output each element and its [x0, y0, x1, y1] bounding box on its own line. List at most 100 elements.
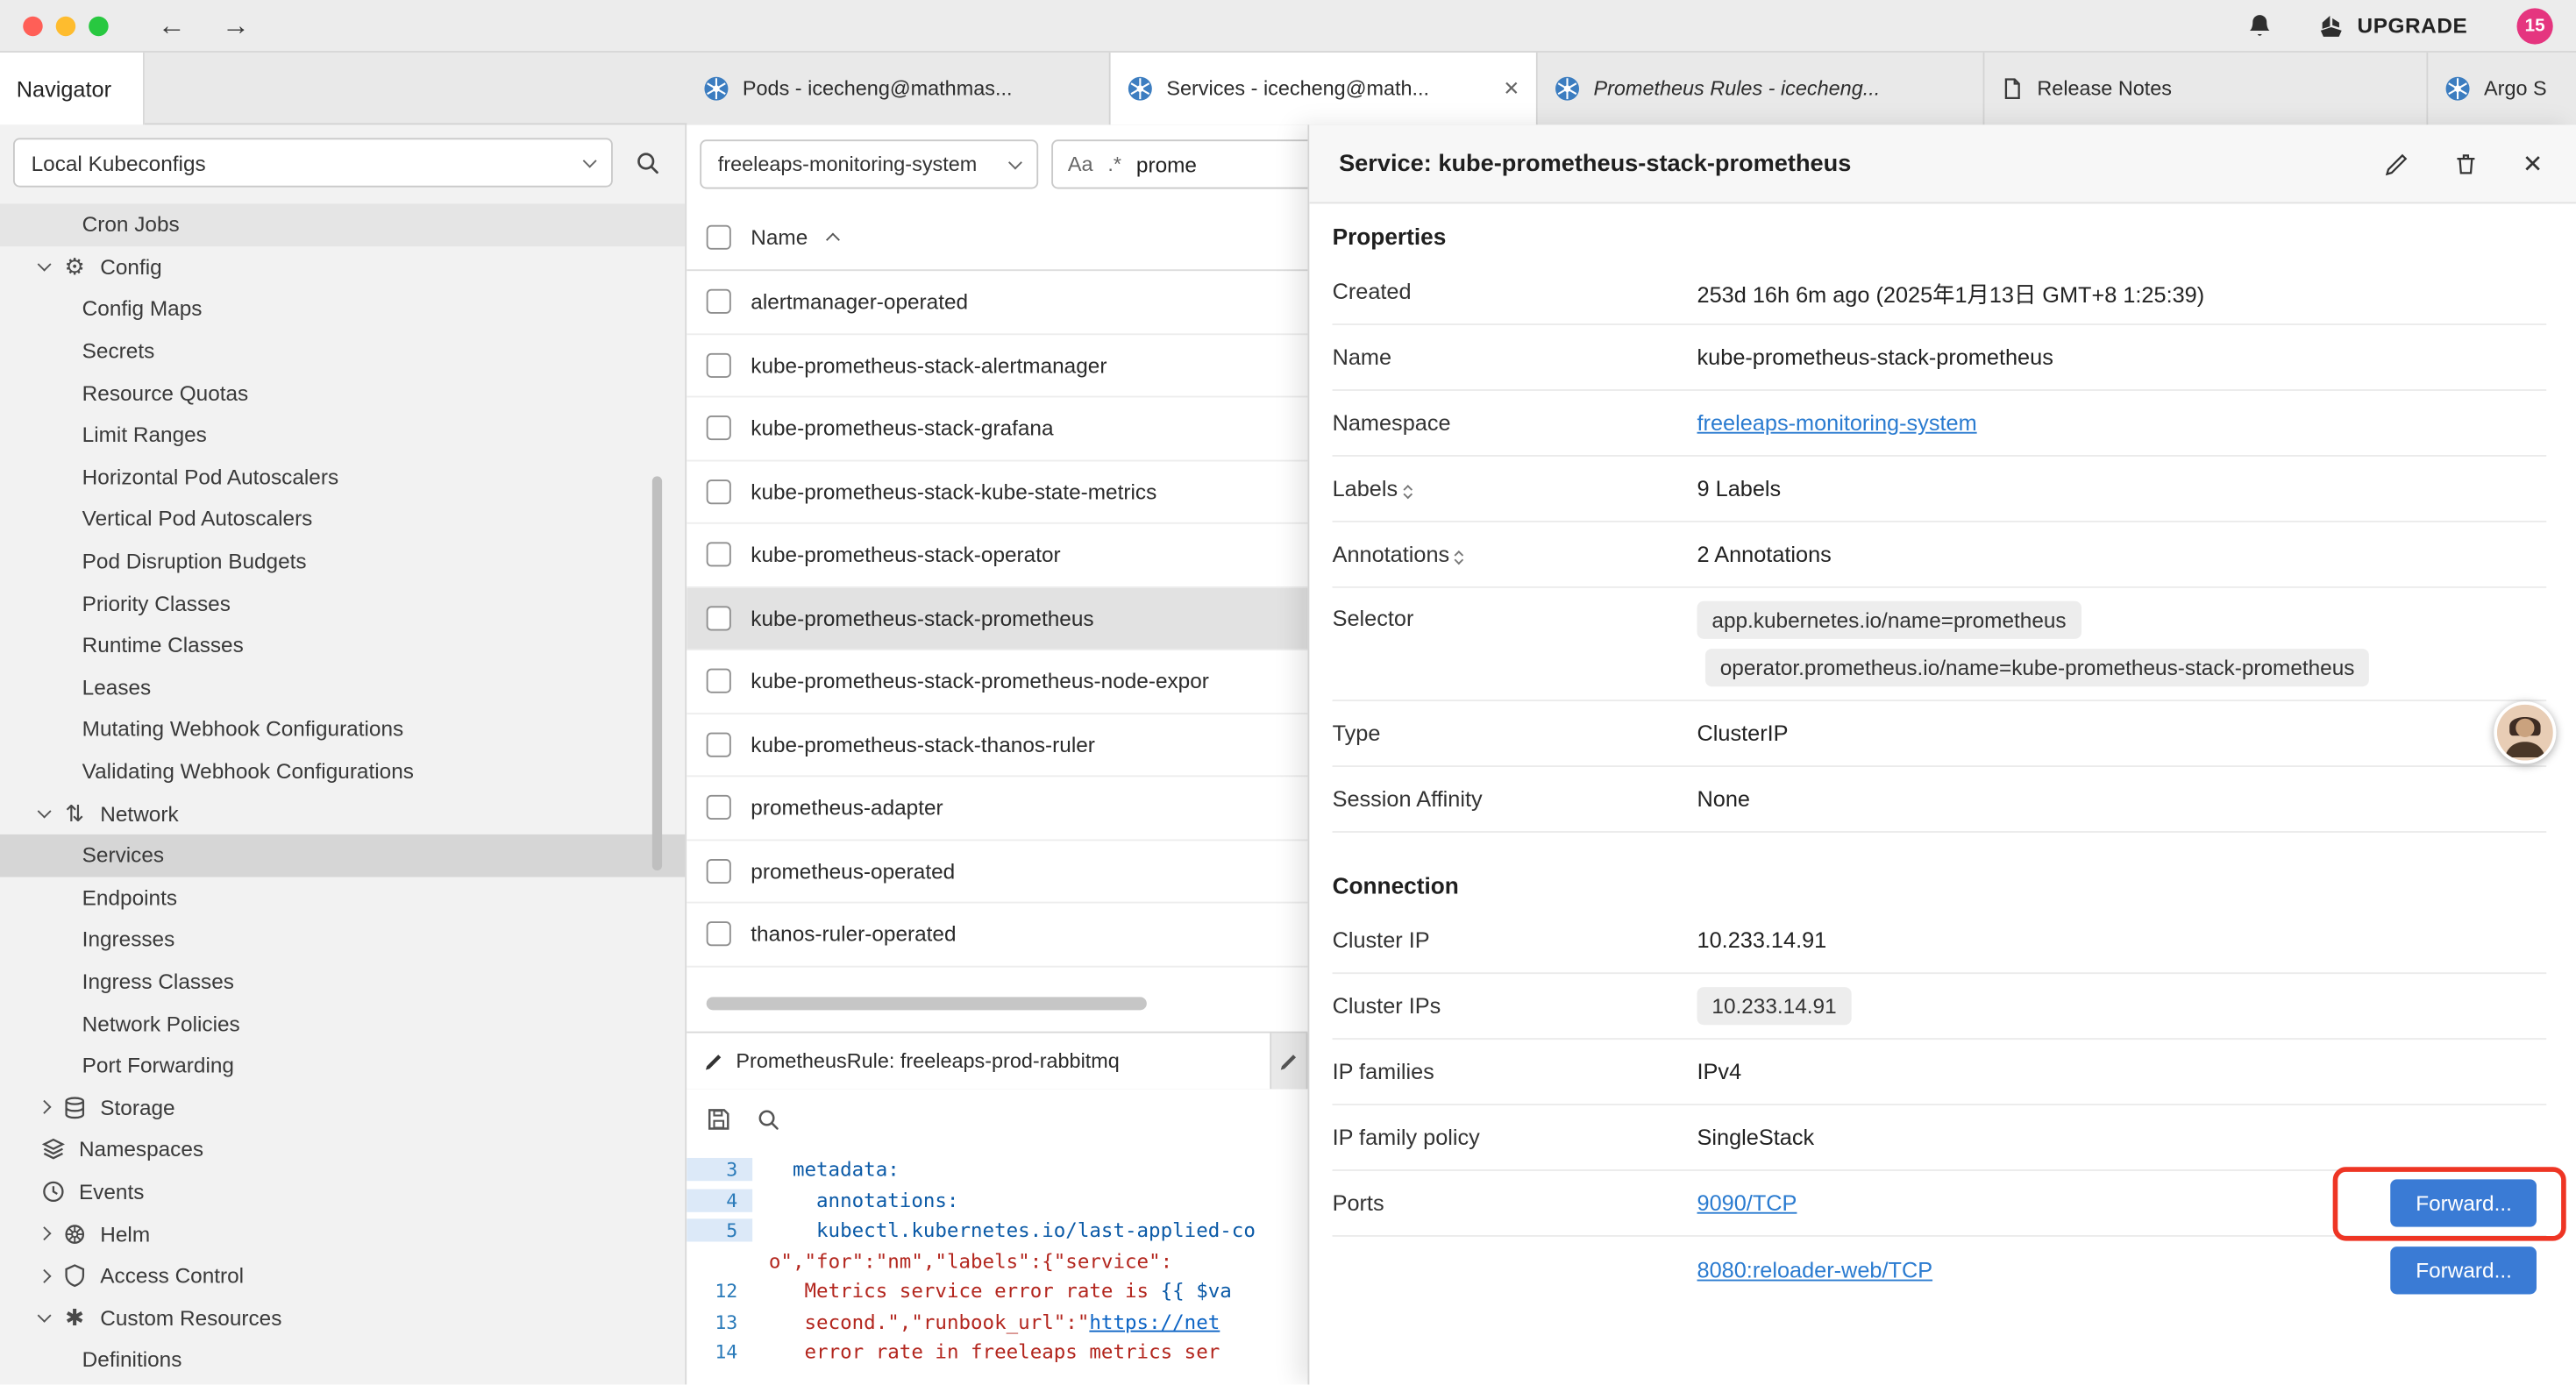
tab-prometheus-rules[interactable]: Prometheus Rules - icecheng... — [1538, 53, 1985, 124]
table-row[interactable]: alertmanager-operated — [687, 271, 1307, 334]
namespace-filter-dropdown[interactable]: freeleaps-monitoring-system — [700, 139, 1038, 188]
dock-tab-next[interactable] — [1271, 1033, 1307, 1090]
sidebar-item-resource-quotas[interactable]: Resource Quotas — [0, 372, 685, 414]
user-avatar[interactable] — [2494, 701, 2556, 764]
list-search-input[interactable]: Aa .* prome — [1051, 139, 1307, 188]
row-checkbox[interactable] — [707, 795, 731, 820]
namespace-link[interactable]: freeleaps-monitoring-system — [1697, 410, 1977, 435]
port-forward-button[interactable]: Forward... — [2391, 1179, 2537, 1226]
row-checkbox[interactable] — [707, 858, 731, 883]
port-row-8080: 8080:reloader-web/TCP Forward... — [1333, 1237, 2547, 1303]
sidebar-item-port-forwarding[interactable]: Port Forwarding — [0, 1044, 685, 1086]
kubeconfig-selector[interactable]: Local Kubeconfigs — [13, 138, 613, 187]
sidebar-item-secrets[interactable]: Secrets — [0, 330, 685, 372]
save-icon[interactable] — [707, 1106, 731, 1131]
service-name: kube-prometheus-stack-grafana — [751, 416, 1053, 441]
sidebar-item-config-maps[interactable]: Config Maps — [0, 288, 685, 330]
sidebar-item-limit-ranges[interactable]: Limit Ranges — [0, 414, 685, 456]
property-label: IP family policy — [1333, 1125, 1697, 1149]
sidebar-item-validating-webhook-configurations[interactable]: Validating Webhook Configurations — [0, 750, 685, 792]
table-row[interactable]: kube-prometheus-stack-kube-state-metrics — [687, 461, 1307, 524]
row-checkbox[interactable] — [707, 543, 731, 567]
table-row[interactable]: kube-prometheus-stack-prometheus-node-ex… — [687, 650, 1307, 714]
tab-release-notes[interactable]: Release Notes — [1984, 53, 2428, 124]
table-row[interactable]: kube-prometheus-stack-operator — [687, 524, 1307, 587]
sidebar-item-config[interactable]: ⚙ Config — [0, 245, 685, 288]
port-link[interactable]: 9090/TCP — [1697, 1190, 1797, 1215]
sidebar-item-vertical-pod-autoscalers[interactable]: Vertical Pod Autoscalers — [0, 498, 685, 540]
regex-toggle[interactable]: .* — [1107, 153, 1121, 175]
sidebar-item-horizontal-pod-autoscalers[interactable]: Horizontal Pod Autoscalers — [0, 456, 685, 498]
navigator-header-tab[interactable]: Navigator — [0, 53, 145, 124]
table-row[interactable]: kube-prometheus-stack-alertmanager — [687, 334, 1307, 397]
sidebar-item-priority-classes[interactable]: Priority Classes — [0, 582, 685, 624]
edit-pencil-icon[interactable] — [2385, 150, 2411, 176]
table-row-selected[interactable]: kube-prometheus-stack-prometheus — [687, 587, 1307, 650]
window-close-button[interactable] — [23, 16, 42, 35]
sidebar-item-custom-resources[interactable]: ✱ Custom Resources — [0, 1296, 685, 1339]
row-checkbox[interactable] — [707, 922, 731, 947]
table-row[interactable]: prometheus-operated — [687, 840, 1307, 903]
forward-button[interactable]: → — [222, 11, 250, 39]
sidebar-item-label: Namespaces — [79, 1137, 203, 1161]
row-checkbox[interactable] — [707, 732, 731, 756]
upgrade-button[interactable]: UPGRADE — [2316, 11, 2468, 40]
row-checkbox[interactable] — [707, 352, 731, 377]
sidebar-item-cron-jobs[interactable]: Cron Jobs — [0, 203, 685, 245]
sidebar-item-network-policies[interactable]: Network Policies — [0, 1002, 685, 1044]
sidebar-scrollbar[interactable] — [652, 476, 662, 870]
sidebar-item-storage[interactable]: Storage — [0, 1086, 685, 1128]
delete-trash-icon[interactable] — [2453, 150, 2480, 176]
notification-count-badge[interactable]: 15 — [2517, 7, 2553, 43]
yaml-editor[interactable]: 3metadata: 4annotations: 5kubectl.kubern… — [687, 1148, 1307, 1367]
property-value: 10.233.14.91 — [1697, 928, 1827, 953]
sidebar-item-definitions[interactable]: Definitions — [0, 1339, 685, 1381]
close-icon[interactable]: ✕ — [2523, 149, 2544, 179]
sidebar-item-access-control[interactable]: Access Control — [0, 1254, 685, 1296]
select-all-checkbox[interactable] — [707, 224, 731, 249]
dock-tab-prometheusrule[interactable]: PrometheusRule: freeleaps-prod-rabbitmq — [687, 1033, 1271, 1090]
tab-argo[interactable]: Argo S — [2428, 53, 2576, 124]
sidebar-item-network[interactable]: ⇅ Network — [0, 792, 685, 835]
sidebar-item-ingress-classes[interactable]: Ingress Classes — [0, 961, 685, 1003]
sidebar-item-events[interactable]: Events — [0, 1170, 685, 1212]
sidebar-item-services[interactable]: Services — [0, 835, 685, 877]
window-minimize-button[interactable] — [56, 16, 75, 35]
sidebar-item-runtime-classes[interactable]: Runtime Classes — [0, 624, 685, 666]
sidebar-search-icon[interactable] — [626, 150, 669, 176]
table-row[interactable]: kube-prometheus-stack-grafana — [687, 397, 1307, 460]
table-row[interactable]: thanos-ruler-operated — [687, 904, 1307, 967]
property-row-cluster-ips: Cluster IPs 10.233.14.91 — [1333, 974, 2547, 1040]
back-button[interactable]: ← — [158, 11, 186, 39]
sidebar-item-ingresses[interactable]: Ingresses — [0, 919, 685, 961]
row-checkbox[interactable] — [707, 669, 731, 693]
table-row[interactable]: kube-prometheus-stack-thanos-ruler — [687, 714, 1307, 777]
port-forward-button[interactable]: Forward... — [2391, 1246, 2537, 1293]
sidebar-item-pod-disruption-budgets[interactable]: Pod Disruption Budgets — [0, 540, 685, 582]
horizontal-scrollbar[interactable] — [687, 996, 1307, 1009]
port-link[interactable]: 8080:reloader-web/TCP — [1697, 1257, 1933, 1282]
yaml-string: Metrics service error rate is — [804, 1280, 1160, 1303]
sidebar-item-namespaces[interactable]: Namespaces — [0, 1128, 685, 1170]
editor-search-icon[interactable] — [756, 1106, 780, 1131]
name-column-header[interactable]: Name — [751, 224, 808, 249]
match-case-toggle[interactable]: Aa — [1068, 153, 1093, 175]
sidebar-item-mutating-webhook-configurations[interactable]: Mutating Webhook Configurations — [0, 708, 685, 750]
row-checkbox[interactable] — [707, 479, 731, 504]
row-checkbox[interactable] — [707, 416, 731, 441]
expand-collapse-icon[interactable] — [1456, 546, 1462, 563]
sidebar-item-endpoints[interactable]: Endpoints — [0, 877, 685, 919]
expand-collapse-icon[interactable] — [1405, 480, 1411, 497]
row-checkbox[interactable] — [707, 289, 731, 314]
notifications-bell-icon[interactable] — [2245, 11, 2274, 39]
services-list-panel: freeleaps-monitoring-system Aa .* prome … — [687, 124, 1307, 1031]
sidebar-item-leases[interactable]: Leases — [0, 666, 685, 708]
table-row[interactable]: prometheus-adapter — [687, 777, 1307, 840]
service-name: prometheus-adapter — [751, 795, 943, 820]
tab-pods[interactable]: Pods - icecheng@mathmas... — [687, 53, 1110, 124]
window-zoom-button[interactable] — [89, 16, 108, 35]
tab-close-icon[interactable]: ✕ — [1503, 77, 1519, 100]
row-checkbox[interactable] — [707, 606, 731, 630]
sidebar-item-helm[interactable]: Helm — [0, 1212, 685, 1254]
tab-services[interactable]: Services - icecheng@math... ✕ — [1111, 53, 1538, 124]
